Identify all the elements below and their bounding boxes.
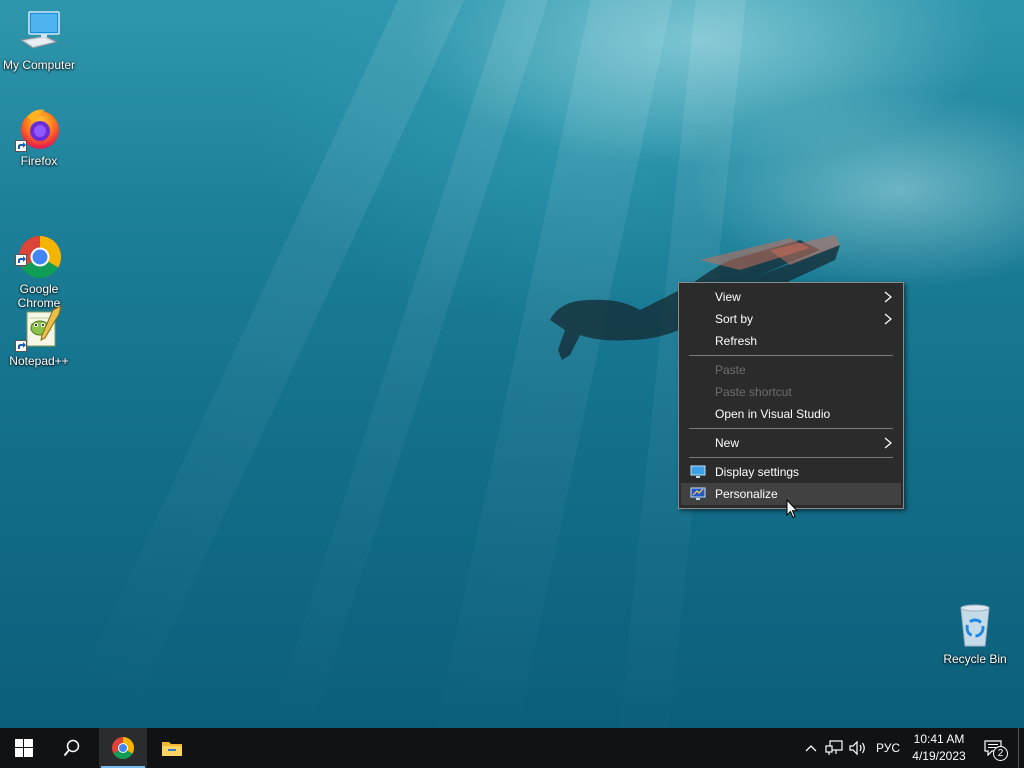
menu-item-paste: Paste <box>681 359 901 381</box>
personalize-icon <box>690 487 706 500</box>
chrome-icon <box>15 218 63 279</box>
chevron-right-icon <box>884 313 892 325</box>
desktop-icon-notepadplusplus[interactable]: Notepad++ <box>0 304 79 368</box>
chevron-right-icon <box>884 437 892 449</box>
tray-volume[interactable] <box>846 728 870 768</box>
show-desktop-button[interactable] <box>1018 728 1024 768</box>
menu-item-label: Refresh <box>715 334 758 348</box>
input-language-label: РУС <box>875 741 901 755</box>
menu-item-sort-by[interactable]: Sort by <box>681 308 901 330</box>
menu-separator <box>689 457 893 458</box>
start-icon <box>15 739 33 757</box>
menu-item-label: Personalize <box>715 487 778 501</box>
desktop-icon-label: Notepad++ <box>9 354 69 368</box>
volume-icon <box>849 740 865 756</box>
file-explorer-icon <box>162 742 182 756</box>
desktop-icon-recycle-bin[interactable]: Recycle Bin <box>935 602 1015 666</box>
firefox-icon <box>15 104 63 152</box>
taskbar-chrome-button[interactable] <box>99 728 147 768</box>
menu-item-paste-shortcut: Paste shortcut <box>681 381 901 403</box>
tray-network[interactable] <box>822 728 846 768</box>
menu-item-open-in-visual-studio[interactable]: Open in Visual Studio <box>681 403 901 425</box>
clock-time: 10:41 AM <box>913 732 965 746</box>
search-icon <box>63 739 80 757</box>
menu-item-label: Open in Visual Studio <box>715 407 831 421</box>
recycle-bin-icon <box>951 602 999 650</box>
chevron-right-icon <box>884 291 892 303</box>
menu-item-label: Display settings <box>715 465 800 479</box>
network-icon <box>825 740 843 755</box>
computer-icon <box>15 8 63 56</box>
start-button[interactable] <box>0 728 48 768</box>
desktop-icon-label: Firefox <box>20 154 58 168</box>
notepadplusplus-icon <box>15 304 63 352</box>
taskbar-file-explorer-button[interactable] <box>148 728 196 768</box>
menu-separator <box>689 355 893 356</box>
clock-date: 4/19/2023 <box>912 749 966 763</box>
menu-item-label: Paste <box>715 363 746 377</box>
desktop-icon-label: My Computer <box>2 58 76 72</box>
menu-item-view[interactable]: View <box>681 286 901 308</box>
menu-item-label: Sort by <box>715 312 754 326</box>
menu-separator <box>689 428 893 429</box>
menu-item-label: View <box>715 290 741 304</box>
menu-item-label: New <box>715 436 740 450</box>
desktop-icon-firefox[interactable]: Firefox <box>0 104 79 168</box>
notification-count-badge: 2 <box>993 746 1008 761</box>
shortcut-arrow-icon <box>15 140 27 152</box>
menu-item-new[interactable]: New <box>681 432 901 454</box>
action-center-button[interactable]: 2 <box>978 728 1012 768</box>
menu-item-label: Paste shortcut <box>715 385 792 399</box>
shortcut-arrow-icon <box>15 340 27 352</box>
display-settings-icon <box>690 465 706 478</box>
desktop-context-menu: View Sort by Refresh Paste Paste shortcu… <box>678 282 904 509</box>
taskbar: РУС 10:41 AM 4/19/2023 2 <box>0 728 1024 768</box>
search-button[interactable] <box>48 728 96 768</box>
chevron-up-icon <box>805 745 817 752</box>
mouse-cursor-icon <box>786 499 798 519</box>
desktop-icon-my-computer[interactable]: My Computer <box>0 8 79 72</box>
tray-input-language[interactable]: РУС <box>872 728 904 768</box>
desktop-icon-label: Recycle Bin <box>943 652 1007 666</box>
tray-show-hidden-icons[interactable] <box>800 728 822 768</box>
tray-clock[interactable]: 10:41 AM 4/19/2023 <box>906 731 972 765</box>
menu-item-display-settings[interactable]: Display settings <box>681 461 901 483</box>
desktop-icon-google-chrome[interactable]: Google Chrome <box>0 204 79 310</box>
shortcut-arrow-icon <box>15 254 27 266</box>
chrome-icon <box>112 737 134 759</box>
menu-item-refresh[interactable]: Refresh <box>681 330 901 352</box>
